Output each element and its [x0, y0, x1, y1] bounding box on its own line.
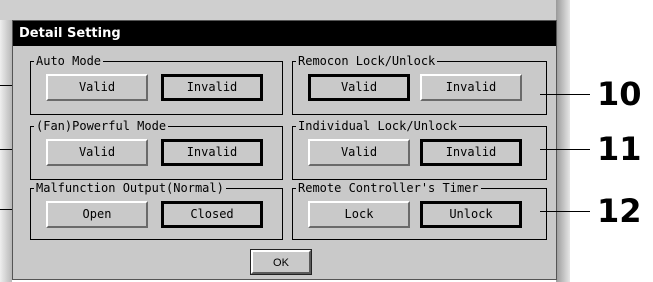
ok-button[interactable]: OK: [250, 249, 312, 275]
auto-mode-invalid-button[interactable]: Invalid: [161, 74, 263, 101]
detail-setting-dialog: Detail Setting Auto Mode Valid Invalid (…: [12, 20, 557, 280]
remote-timer-unlock-button[interactable]: Unlock: [420, 201, 522, 228]
background-right-edge: [556, 0, 570, 282]
remocon-lock-invalid-button[interactable]: Invalid: [420, 74, 522, 101]
remote-timer-group: Remote Controller's Timer Lock Unlock: [292, 180, 547, 240]
individual-lock-invalid-button[interactable]: Invalid: [420, 139, 522, 166]
malfunction-output-label: Malfunction Output(Normal): [34, 180, 226, 196]
fan-powerful-invalid-button[interactable]: Invalid: [161, 139, 263, 166]
remocon-lock-valid-button[interactable]: Valid: [308, 74, 410, 101]
fan-powerful-mode-group: (Fan)Powerful Mode Valid Invalid: [30, 118, 283, 180]
remocon-lock-label: Remocon Lock/Unlock: [296, 53, 438, 69]
background-left-edge: [0, 0, 12, 282]
leader-line-12: [540, 211, 590, 212]
remocon-lock-group: Remocon Lock/Unlock Valid Invalid: [292, 53, 547, 115]
auto-mode-group: Auto Mode Valid Invalid: [30, 53, 283, 115]
auto-mode-label: Auto Mode: [34, 53, 104, 69]
callout-11: 11: [597, 130, 642, 168]
malfunction-output-group: Malfunction Output(Normal) Open Closed: [30, 180, 283, 240]
remote-timer-label: Remote Controller's Timer: [296, 180, 481, 196]
leader-line-11: [540, 149, 590, 150]
malfunction-open-button[interactable]: Open: [46, 201, 148, 228]
callout-12: 12: [597, 192, 642, 230]
leader-line-10: [540, 94, 590, 95]
callout-10: 10: [597, 75, 642, 113]
auto-mode-valid-button[interactable]: Valid: [46, 74, 148, 101]
individual-lock-label: Individual Lock/Unlock: [296, 118, 459, 134]
background-top-strip: [0, 0, 570, 20]
dialog-title: Detail Setting: [13, 21, 556, 46]
malfunction-closed-button[interactable]: Closed: [161, 201, 263, 228]
remote-timer-lock-button[interactable]: Lock: [308, 201, 410, 228]
individual-lock-group: Individual Lock/Unlock Valid Invalid: [292, 118, 547, 180]
fan-powerful-mode-label: (Fan)Powerful Mode: [34, 118, 169, 134]
individual-lock-valid-button[interactable]: Valid: [308, 139, 410, 166]
fan-powerful-valid-button[interactable]: Valid: [46, 139, 148, 166]
